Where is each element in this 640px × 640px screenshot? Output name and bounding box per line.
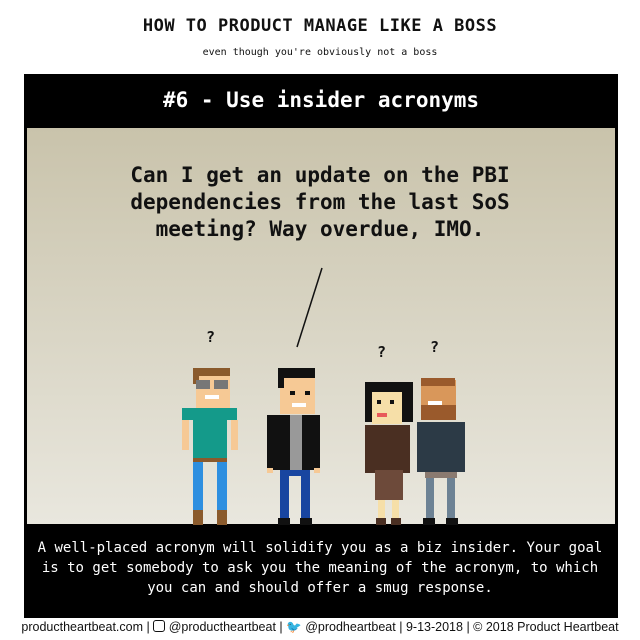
speech-pointer bbox=[296, 267, 323, 348]
instagram-handle[interactable]: @productheartbeat bbox=[169, 620, 276, 634]
instagram-icon bbox=[153, 620, 166, 632]
separator: | bbox=[279, 620, 283, 634]
twitter-icon: 🐦 bbox=[286, 620, 302, 634]
character-woman bbox=[365, 382, 413, 525]
question-mark: ? bbox=[377, 343, 387, 361]
caption-text: A well-placed acronym will solidify you … bbox=[37, 540, 603, 596]
copyright: © 2018 Product Heartbeat bbox=[473, 620, 619, 634]
separator: | bbox=[399, 620, 403, 634]
question-mark: ? bbox=[430, 338, 440, 356]
date: 9-13-2018 bbox=[405, 620, 463, 634]
question-mark: ? bbox=[206, 328, 216, 346]
separator: | bbox=[146, 620, 150, 634]
separator: | bbox=[466, 620, 470, 634]
website-link[interactable]: productheartbeat.com bbox=[21, 620, 143, 634]
character-glasses-man bbox=[182, 368, 238, 525]
footer: productheartbeat.com | @productheartbeat… bbox=[0, 620, 640, 635]
twitter-handle[interactable]: @prodheartbeat bbox=[305, 620, 396, 634]
character-bearded-man bbox=[417, 378, 465, 525]
character-speaker bbox=[267, 368, 320, 525]
